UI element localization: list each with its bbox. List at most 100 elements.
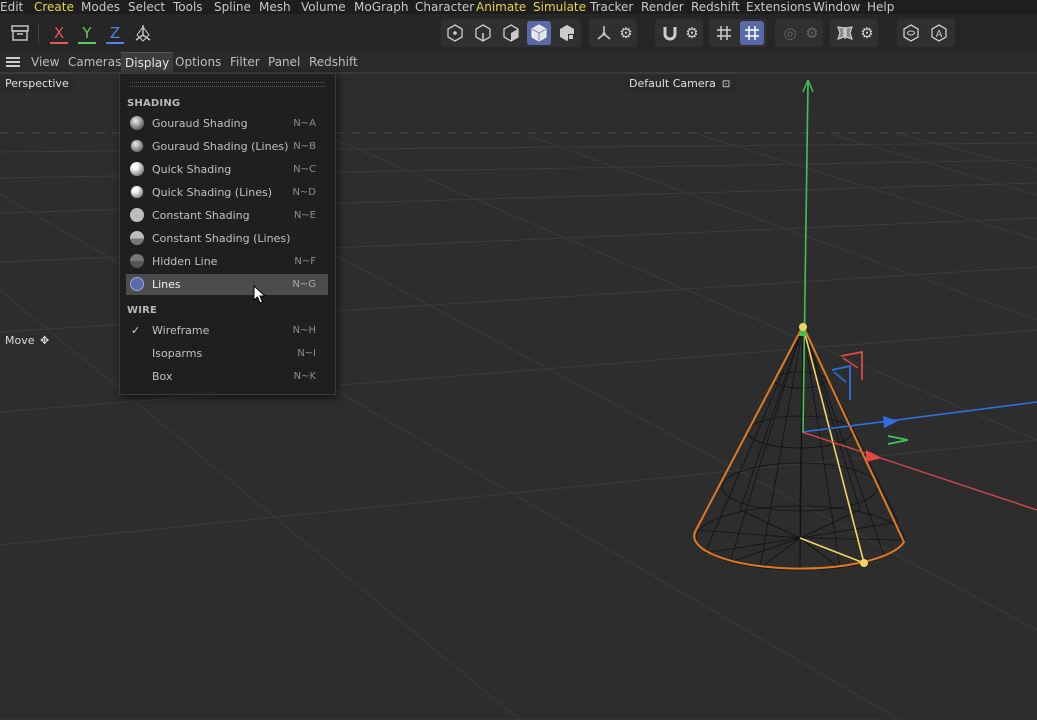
active-tool-label: Move ✥ [5, 334, 49, 347]
symmetry-icon[interactable]: ◎ [778, 21, 802, 45]
menu-item-label: Hidden Line [152, 255, 218, 268]
menu-item-shortcut: N~D [292, 187, 316, 198]
menu-item-label: Constant Shading [152, 209, 250, 222]
camera-link-icon[interactable]: ⊡ [722, 79, 730, 90]
menu-item-shortcut: N~K [293, 371, 316, 382]
menu-item-gouraud-shading-lines[interactable]: Gouraud Shading (Lines) N~B [126, 136, 328, 157]
menu-item-constant-shading-lines[interactable]: Constant Shading (Lines) [126, 228, 328, 249]
checkmark-icon: ✓ [131, 324, 141, 337]
menu-item-constant-shading[interactable]: Constant Shading N~E [126, 205, 328, 226]
cameras-menu[interactable]: Cameras [64, 52, 125, 72]
menu-item-shortcut: N~E [293, 210, 316, 221]
menu-item-shortcut: N~H [292, 325, 316, 336]
menu-create[interactable]: Create [34, 0, 74, 14]
points-mode-icon[interactable] [443, 21, 467, 45]
coordinate-system-icon[interactable] [131, 21, 155, 45]
edges-mode-icon[interactable] [471, 21, 495, 45]
viewport-camera-label[interactable]: Default Camera ⊡ [625, 75, 737, 92]
menu-item-shortcut: N~C [293, 164, 316, 175]
z-label: Z [109, 24, 121, 42]
menu-tearoff-grip[interactable] [130, 82, 325, 87]
main-menubar: Edit Create Modes Select Tools Spline Me… [0, 0, 1037, 14]
gouraud-shading-icon [130, 116, 144, 130]
svg-text:A: A [936, 29, 943, 40]
main-toolbar: X Y Z ⚙ ⚙ ◎ ⚙ ⚙ A [0, 14, 1037, 52]
menu-item-wireframe[interactable]: ✓ Wireframe N~H [126, 320, 328, 341]
options-menu[interactable]: Options [171, 52, 225, 72]
menu-item-shortcut: N~A [293, 118, 316, 129]
constant-shading-lines-icon [130, 231, 144, 245]
menu-modes[interactable]: Modes [81, 0, 120, 14]
filter-menu[interactable]: Filter [226, 52, 264, 72]
panel-menu[interactable]: Panel [264, 52, 304, 72]
menu-item-label: Lines [152, 278, 181, 291]
view-menu[interactable]: View [27, 52, 63, 72]
menu-item-isoparms[interactable]: Isoparms N~I [126, 343, 328, 364]
menu-spline[interactable]: Spline [214, 0, 251, 14]
hidden-line-icon [130, 254, 144, 268]
menu-character[interactable]: Character [415, 0, 474, 14]
menu-render[interactable]: Render [641, 0, 684, 14]
menu-item-label: Gouraud Shading [152, 117, 248, 130]
menu-edit[interactable]: Edit [0, 0, 23, 14]
menu-item-label: Isoparms [152, 347, 203, 360]
menu-item-label: Constant Shading (Lines) [152, 232, 291, 245]
snap-settings-gear-icon[interactable]: ⚙ [680, 21, 704, 45]
y-label: Y [82, 24, 92, 42]
menu-window[interactable]: Window [813, 0, 860, 14]
menu-item-box[interactable]: Box N~K [126, 366, 328, 387]
move-crosshair-icon: ✥ [40, 334, 50, 347]
camera-name: Default Camera [629, 77, 716, 90]
viewport-menubar: View Cameras Display Options Filter Pane… [0, 52, 1037, 72]
menu-mograph[interactable]: MoGraph [354, 0, 409, 14]
workplane-grid-icon[interactable] [740, 21, 764, 45]
constant-shading-icon [130, 208, 144, 222]
menu-item-gouraud-shading[interactable]: Gouraud Shading N~A [126, 113, 328, 134]
tool-name: Move [5, 334, 35, 347]
shading-section-header: SHADING [127, 98, 181, 109]
menu-item-label: Gouraud Shading (Lines) [152, 140, 289, 153]
menu-item-quick-shading[interactable]: Quick Shading N~C [126, 159, 328, 180]
menu-select[interactable]: Select [128, 0, 165, 14]
menu-item-lines[interactable]: Lines N~G [126, 274, 328, 295]
menu-tracker[interactable]: Tracker [590, 0, 633, 14]
display-dropdown-menu: SHADING Gouraud Shading N~A Gouraud Shad… [119, 73, 336, 395]
menu-help[interactable]: Help [867, 0, 894, 14]
menu-item-shortcut: N~I [297, 348, 316, 359]
viewport-view-label[interactable]: Perspective [0, 75, 74, 92]
menu-item-label: Wireframe [152, 324, 210, 337]
uv-mode-icon[interactable] [555, 21, 579, 45]
menu-item-hidden-line[interactable]: Hidden Line N~F [126, 251, 328, 272]
archive-icon[interactable] [8, 21, 32, 45]
quick-shading-icon [130, 162, 144, 176]
model-mode-icon[interactable] [527, 21, 551, 45]
mirror-settings-gear-icon[interactable]: ⚙ [855, 21, 879, 45]
mirror-butterfly-icon[interactable] [833, 21, 857, 45]
redshift-menu[interactable]: Redshift [305, 52, 362, 72]
menu-redshift[interactable]: Redshift [691, 0, 740, 14]
menu-animate[interactable]: Animate [476, 0, 526, 14]
menu-extensions[interactable]: Extensions [746, 0, 811, 14]
quick-shading-lines-icon [130, 185, 144, 199]
hamburger-menu-icon[interactable] [6, 57, 20, 67]
menu-volume[interactable]: Volume [301, 0, 346, 14]
menu-item-shortcut: N~F [294, 256, 316, 267]
menu-tools[interactable]: Tools [173, 0, 203, 14]
hexagon-a-icon[interactable]: A [927, 21, 951, 45]
mouse-cursor-icon [253, 285, 267, 304]
menu-simulate[interactable]: Simulate [533, 0, 586, 14]
grid-icon[interactable] [712, 21, 736, 45]
axis-settings-gear-icon[interactable]: ⚙ [614, 21, 638, 45]
symmetry-settings-gear-icon[interactable]: ⚙ [800, 21, 824, 45]
menu-item-label: Quick Shading (Lines) [152, 186, 273, 199]
hexagon-view-icon[interactable] [899, 21, 923, 45]
menu-item-shortcut: N~G [292, 279, 316, 290]
menu-mesh[interactable]: Mesh [259, 0, 291, 14]
menu-item-shortcut: N~B [293, 141, 316, 152]
display-menu[interactable]: Display [121, 52, 174, 72]
axis-tool-icon[interactable] [592, 21, 616, 45]
snap-magnet-icon[interactable] [658, 21, 682, 45]
menu-item-quick-shading-lines[interactable]: Quick Shading (Lines) N~D [126, 182, 328, 203]
menu-item-label: Quick Shading [152, 163, 232, 176]
polygons-mode-icon[interactable] [499, 21, 523, 45]
